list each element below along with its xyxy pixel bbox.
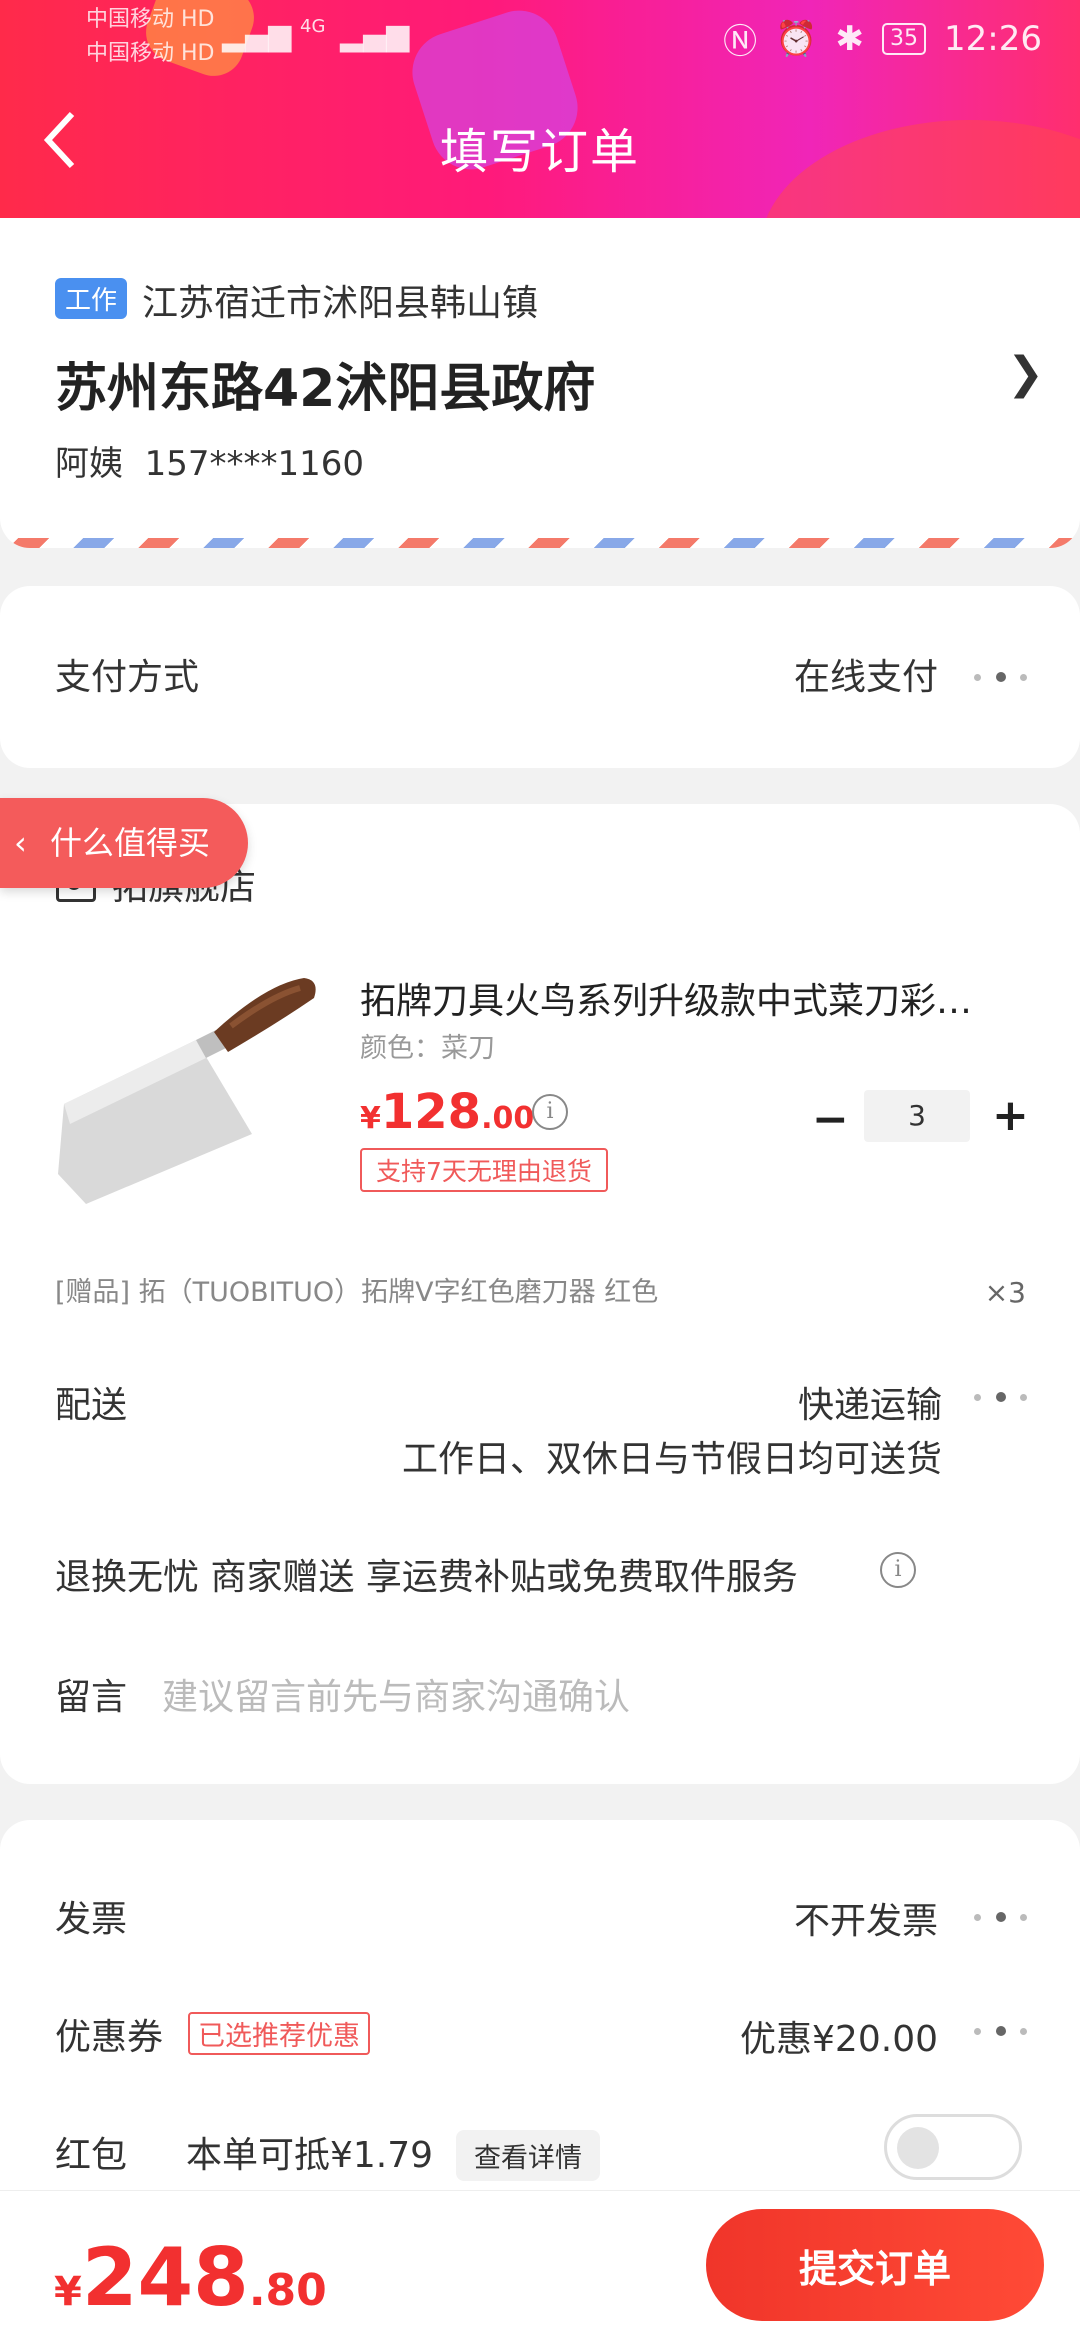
message-input[interactable]: 建议留言前先与商家沟通确认 [162, 1668, 630, 1720]
service-info-icon[interactable]: i [880, 1552, 916, 1588]
page-title: 填写订单 [439, 124, 640, 180]
address-contact: 阿姨 157****1160 [55, 436, 364, 485]
more-dots-icon [970, 1390, 1030, 1404]
quantity-plus-button[interactable]: + [992, 1090, 1029, 1141]
address-detail: 苏州东路42沭阳县政府 [55, 359, 596, 419]
address-region: 江苏宿迁市沭阳县韩山镇 [142, 283, 539, 324]
signal-icon: ▂▄▆ [340, 18, 410, 53]
clock: 12:26 [944, 18, 1042, 59]
coupon-label: 优惠券 [55, 2017, 164, 2058]
smzdm-return-tag[interactable]: ‹ 什么值得买 [0, 798, 248, 888]
contact-name: 阿姨 [55, 444, 123, 484]
quantity-minus-button[interactable]: − [812, 1094, 849, 1145]
coupon-value: 优惠¥20.00 [740, 2019, 938, 2060]
status-bar: 中国移动 HD 中国移动 HD ▂▄▆ 4G ▂▄▆ Ⓝ ⏰ ✱ 35 12:2… [0, 0, 1080, 72]
nfc-icon: Ⓝ [723, 22, 758, 62]
address-tag: 工作 [55, 278, 128, 319]
payment-label: 支付方式 [55, 657, 200, 698]
payment-value: 在线支付 [793, 657, 938, 698]
return-tag-label: 什么值得买 [50, 824, 211, 862]
toggle-knob [897, 2127, 939, 2169]
product-title[interactable]: 拓牌刀具火鸟系列升级款中式菜刀彩… [360, 972, 1020, 1024]
contact-phone: 157****1160 [144, 444, 365, 484]
header: 中国移动 HD 中国移动 HD ▂▄▆ 4G ▂▄▆ Ⓝ ⏰ ✱ 35 12:2… [0, 0, 1080, 218]
submit-order-button[interactable]: 提交订单 [706, 2209, 1044, 2321]
view-details-button[interactable]: 查看详情 [456, 2130, 600, 2181]
message-label: 留言 [55, 1677, 128, 1718]
product-image[interactable] [56, 974, 326, 1204]
status-icons: Ⓝ ⏰ ✱ 35 12:26 [723, 14, 1042, 63]
more-dots-icon [970, 2024, 1030, 2038]
address-card[interactable]: 工作 江苏宿迁市沭阳县韩山镇 苏州东路42沭阳县政府 ❯ 阿姨 157****1… [0, 218, 1080, 548]
more-dots-icon [970, 1910, 1030, 1924]
coupon-tag: 已选推荐优惠 [188, 2012, 370, 2055]
return-policy-badge: 支持7天无理由退货 [360, 1148, 608, 1192]
airmail-border [0, 538, 1080, 548]
battery-icon: 35 [882, 22, 927, 55]
redpacket-toggle[interactable] [884, 2114, 1022, 2180]
service-text: 退换无忧 商家赠送 享运费补贴或免费取件服务 [55, 1557, 798, 1598]
delivery-label: 配送 [55, 1385, 128, 1426]
product-price: ¥128.00 [360, 1084, 535, 1140]
order-total: ¥248.80 [54, 2231, 327, 2324]
invoice-value: 不开发票 [793, 1901, 938, 1942]
more-dots-icon [970, 670, 1030, 684]
gift-item: [赠品] 拓（TUOBITUO）拓牌V字红色磨刀器 红色 [55, 1277, 659, 1308]
price-info-icon[interactable]: i [532, 1094, 568, 1130]
delivery-value: 快递运输 [797, 1385, 942, 1426]
gift-quantity: ×3 [984, 1276, 1026, 1309]
chevron-right-icon: ❯ [1007, 348, 1044, 399]
payment-card: 支付方式 在线支付 [0, 586, 1080, 768]
signal-icon: ▂▄▆ [222, 18, 292, 53]
redpacket-deduct: 本单可抵¥1.79 [186, 2135, 434, 2176]
invoice-label: 发票 [55, 1899, 128, 1940]
bluetooth-icon: ✱ [835, 18, 865, 59]
bottom-bar: ¥248.80 提交订单 [0, 2190, 1080, 2341]
redpacket-label: 红包 [55, 2135, 128, 2176]
delivery-note: 工作日、双休日与节假日均可送货 [401, 1439, 942, 1480]
product-spec: 颜色：菜刀 [360, 1033, 495, 1064]
network-type: 4G [300, 16, 326, 37]
carrier-2: 中国移动 HD [86, 41, 215, 66]
alarm-icon: ⏰ [775, 18, 818, 59]
quantity-input[interactable]: 3 [864, 1090, 970, 1142]
carrier-1: 中国移动 HD [86, 7, 215, 32]
chevron-left-icon: ‹ [14, 824, 27, 862]
